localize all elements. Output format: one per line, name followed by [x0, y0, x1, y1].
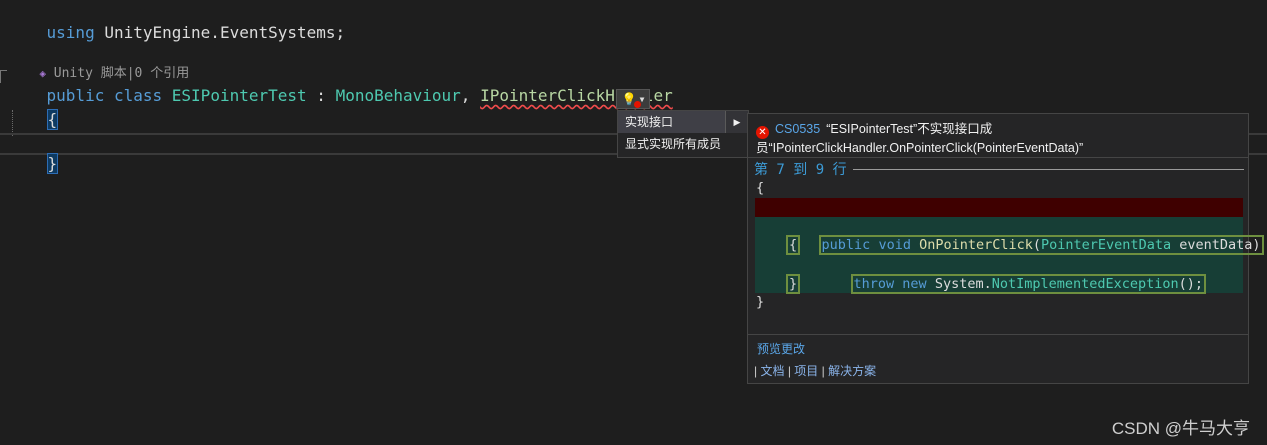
- scope-project-link[interactable]: 项目: [794, 364, 818, 378]
- divider: [748, 334, 1248, 335]
- menu-item-label: 显式实现所有成员: [625, 137, 722, 151]
- removed-line-band: [755, 198, 1243, 218]
- call-end: ();: [1178, 276, 1204, 292]
- quick-actions-lightbulb-button[interactable]: 💡 ▼: [616, 89, 650, 109]
- preview-close-brace: }: [756, 294, 765, 310]
- divider-rule: [852, 168, 1244, 170]
- paren-open: (: [1032, 237, 1042, 253]
- keyword-class: class: [113, 86, 163, 105]
- scope-solution-link[interactable]: 解决方案: [828, 364, 876, 378]
- system-namespace: System.: [934, 276, 992, 292]
- code-line-using[interactable]: using UnityEngine.EventSystems;: [8, 3, 346, 42]
- keyword-void: void: [878, 237, 911, 253]
- preview-open-brace: {: [756, 180, 765, 196]
- menu-item-label: 实现接口: [625, 115, 674, 129]
- keyword-throw: throw: [853, 276, 895, 292]
- base-class: MonoBehaviour: [335, 86, 461, 105]
- keyword-new: new: [902, 276, 927, 292]
- apply-scope-links: | 文档 | 项目 | 解决方案: [754, 362, 876, 379]
- preview-changes-link[interactable]: 预览更改: [757, 340, 805, 357]
- keyword-using: using: [46, 23, 95, 42]
- divider: [748, 157, 1248, 158]
- comma: ,: [460, 86, 471, 105]
- quick-actions-menu: 实现接口 ▶ 显式实现所有成员: [617, 110, 749, 158]
- error-code[interactable]: CS0535: [775, 122, 820, 136]
- exception-type: NotImplementedException: [991, 276, 1179, 292]
- error-icon: ✕: [756, 126, 769, 139]
- line-range-label: 第 7 到 9 行: [754, 159, 1244, 179]
- namespace-text: UnityEngine.EventSystems;: [104, 23, 346, 42]
- line-range-text: 第 7 到 9 行: [754, 162, 847, 178]
- param-type: PointerEventData: [1041, 237, 1172, 253]
- separator: |: [821, 364, 825, 378]
- chevron-right-icon[interactable]: ▶: [725, 111, 748, 133]
- close-brace: }: [46, 153, 59, 174]
- menu-item-implement-interface[interactable]: 实现接口 ▶: [618, 111, 748, 133]
- method-name: OnPointerClick: [919, 237, 1033, 253]
- class-name: ESIPointerTest: [171, 86, 307, 105]
- lightbulb-error-icon: 💡: [622, 92, 641, 108]
- code-line-close-brace[interactable]: }: [8, 134, 59, 174]
- error-dot-icon: [633, 101, 641, 108]
- menu-item-implement-all-explicitly[interactable]: 显式实现所有成员: [618, 133, 748, 155]
- open-brace: {: [46, 109, 59, 130]
- added-throw-box: throw new System.NotImplementedException…: [850, 274, 1207, 294]
- preview-inner-close-brace: }: [786, 274, 801, 294]
- inner-open-brace: {: [786, 235, 801, 255]
- separator: |: [754, 364, 758, 378]
- code-line-open-brace[interactable]: {: [8, 90, 59, 130]
- fix-preview-panel: ✕ CS0535 “ESIPointerTest”不实现接口成员“IPointerC…: [747, 113, 1264, 384]
- scope-document-link[interactable]: 文档: [760, 364, 784, 378]
- error-description: ✕ CS0535 “ESIPointerTest”不实现接口成员“IPointerC…: [756, 120, 1236, 157]
- collapse-marker[interactable]: [0, 70, 7, 83]
- keyword-public: public: [821, 237, 871, 253]
- param-name: eventData): [1179, 237, 1261, 253]
- watermark: CSDN @牛马大亨: [1111, 419, 1250, 438]
- separator: |: [787, 364, 791, 378]
- preview-inner-open-brace: {: [786, 235, 801, 255]
- colon: :: [316, 86, 326, 105]
- added-method-box: public void OnPointerClick(PointerEventD…: [818, 235, 1264, 255]
- code-line-class-declaration[interactable]: public class ESIPointerTest : MonoBehavi…: [8, 66, 673, 105]
- inner-close-brace: }: [786, 274, 801, 294]
- preview-throw-line: throw new System.NotImplementedException…: [818, 256, 1207, 313]
